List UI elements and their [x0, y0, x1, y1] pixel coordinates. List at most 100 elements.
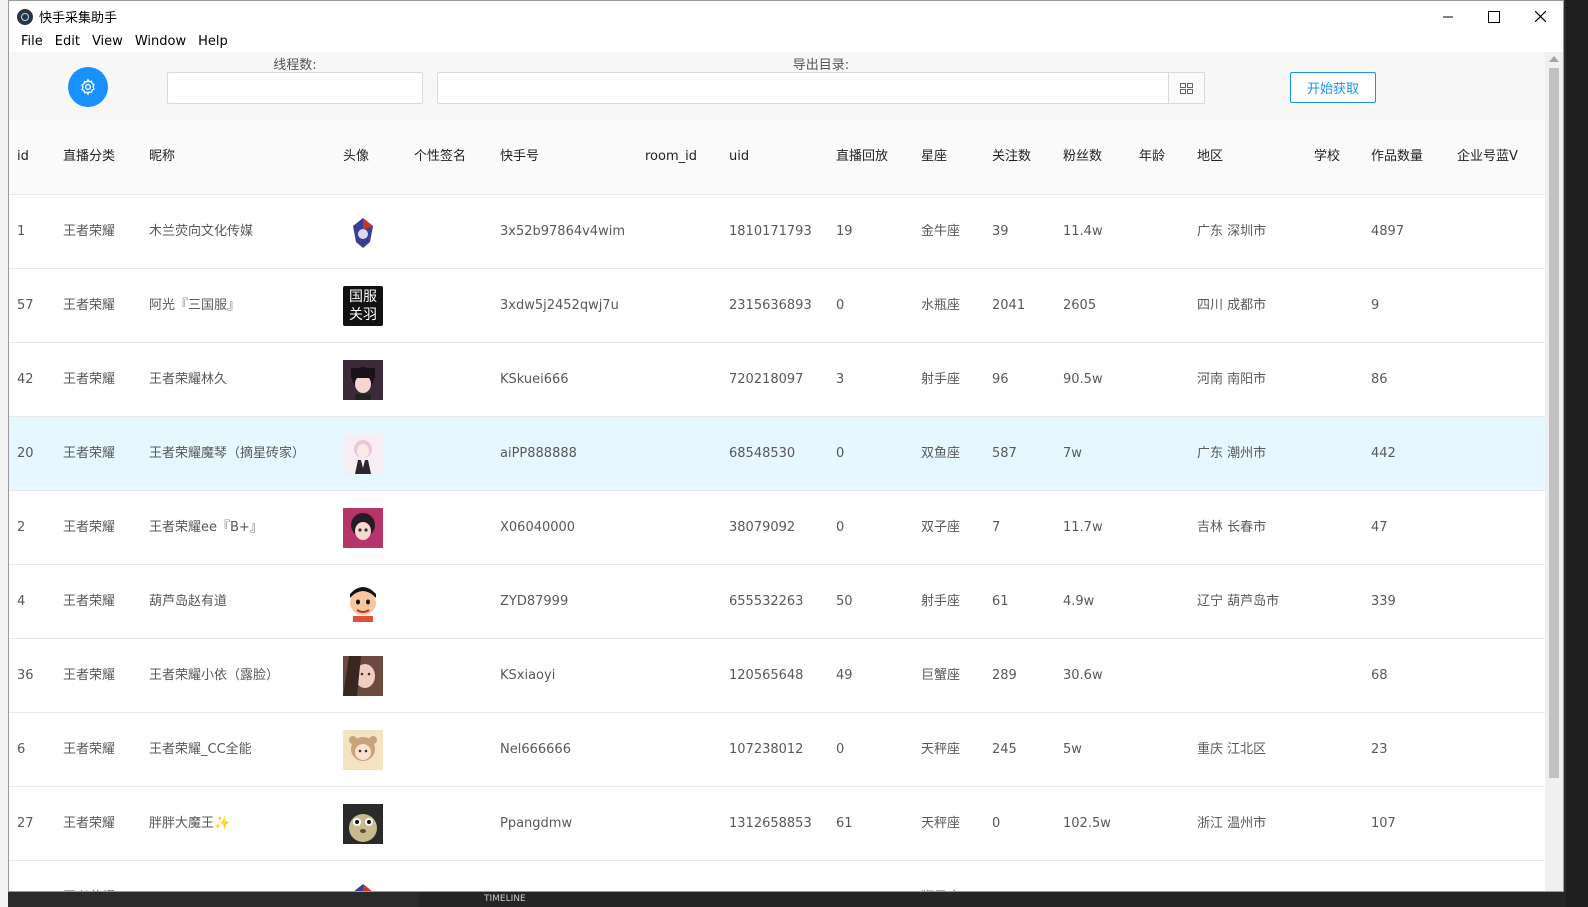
col-header-room-id[interactable]: room_id: [637, 120, 721, 195]
table-row[interactable]: 1 王者荣耀 木兰荧向文化传媒 3x52b97864v4wim 1810171793 19…: [9, 194, 1546, 269]
cell-age: [1131, 860, 1189, 891]
cell-ks-id: X06040000: [492, 490, 637, 565]
avatar: 国服 关羽: [343, 285, 383, 326]
cell-school: [1306, 638, 1363, 713]
cell-works: 107: [1363, 786, 1449, 861]
col-header-bluev[interactable]: 企业号蓝V: [1449, 120, 1546, 195]
cell-bluev: [1449, 860, 1546, 891]
start-fetch-button[interactable]: 开始获取: [1290, 72, 1376, 103]
cell-ks-id: Nel666666: [492, 712, 637, 787]
cell-fans: 2605: [1055, 268, 1131, 343]
cell-category: 王者荣耀: [55, 786, 141, 861]
cell-following: 0: [984, 786, 1055, 861]
settings-button[interactable]: [68, 67, 108, 107]
cell-following: 2041: [984, 268, 1055, 343]
cell-avatar: [335, 712, 406, 787]
col-header-zodiac[interactable]: 星座: [913, 120, 984, 195]
cell-nickname: 阿光『三国服』: [141, 268, 335, 343]
cell-nickname: 葫芦岛赵有道: [141, 564, 335, 639]
menu-edit[interactable]: Edit: [49, 32, 86, 52]
background-editor-strip: TIMELINE: [418, 892, 1566, 907]
cell-replay: 0: [828, 490, 913, 565]
cell-nickname: 王者荣耀魔琴（摘星砖家）: [141, 416, 335, 491]
col-header-signature[interactable]: 个性签名: [406, 120, 492, 195]
cell-signature: [406, 786, 492, 861]
cell-bluev: [1449, 490, 1546, 565]
cell-following: 96: [984, 342, 1055, 417]
cell-age: [1131, 342, 1189, 417]
app-window: 快手采集助手 File Edit View Window Help 线程数: 导…: [8, 0, 1564, 892]
maximize-button[interactable]: [1471, 1, 1517, 32]
table-row[interactable]: 57 王者荣耀 阿光『三国服』 国服 关羽 3xdw5j2452qwj7u 23156368…: [9, 268, 1546, 343]
maximize-icon: [1488, 10, 1500, 23]
col-header-works[interactable]: 作品数量: [1363, 120, 1449, 195]
cell-zodiac: 射手座: [913, 342, 984, 417]
cell-category: 王者荣耀: [55, 342, 141, 417]
cell-avatar: [335, 490, 406, 565]
col-header-id[interactable]: id: [9, 120, 55, 195]
vertical-scrollbar[interactable]: [1545, 52, 1563, 891]
cell-room-id: [637, 268, 721, 343]
scrollbar-thumb[interactable]: [1549, 68, 1559, 778]
cell-zodiac: 双鱼座: [913, 416, 984, 491]
cell-age: [1131, 786, 1189, 861]
table-row[interactable]: 2 王者荣耀 王者荣耀ee『B+』 X06040000 38079092 0 双子座 7 11.…: [9, 490, 1546, 565]
col-header-age[interactable]: 年龄: [1131, 120, 1189, 195]
cell-id: 42: [9, 342, 55, 417]
table-row[interactable]: 6 王者荣耀 王者荣耀_CC全能 Nel666666 107238012 0 天秤座 245 5…: [9, 712, 1546, 787]
close-icon: [1534, 11, 1546, 22]
cell-id: [9, 860, 55, 891]
cell-nickname: 王者荣耀林久: [141, 342, 335, 417]
cell-fans: 102.5w: [1055, 786, 1131, 861]
table-row[interactable]: 20 王者荣耀 王者荣耀魔琴（摘星砖家） aiPP888888 68548530 0 双鱼座…: [9, 416, 1546, 491]
col-header-ks-id[interactable]: 快手号: [492, 120, 637, 195]
scroll-up-arrow-icon[interactable]: [1549, 56, 1559, 62]
export-dir-input[interactable]: [437, 72, 1169, 104]
cell-category: 王者荣耀: [55, 194, 141, 269]
col-header-fans[interactable]: 粉丝数: [1055, 120, 1131, 195]
menu-window[interactable]: Window: [129, 32, 192, 52]
cell-region: 吉林 长春市: [1189, 490, 1306, 565]
col-header-region[interactable]: 地区: [1189, 120, 1306, 195]
cell-avatar: [335, 416, 406, 491]
cell-age: [1131, 712, 1189, 787]
col-header-category[interactable]: 直播分类: [55, 120, 141, 195]
cell-zodiac: 天秤座: [913, 712, 984, 787]
col-header-uid[interactable]: uid: [721, 120, 828, 195]
cell-age: [1131, 564, 1189, 639]
cell-age: [1131, 416, 1189, 491]
close-button[interactable]: [1517, 1, 1563, 32]
cell-school: [1306, 564, 1363, 639]
menu-file[interactable]: File: [15, 32, 49, 52]
table-row[interactable]: 4 王者荣耀 葫芦岛赵有道 ZYD87999 655532263 50 射手座 61 4.9w 辽…: [9, 564, 1546, 639]
table-row[interactable]: 27 王者荣耀 胖胖大魔王✨ Ppangdmw 1312658853 61 天秤座 0 102.…: [9, 786, 1546, 861]
minimize-button[interactable]: [1425, 1, 1471, 32]
col-header-nickname[interactable]: 昵称: [141, 120, 335, 195]
threads-input[interactable]: [167, 72, 423, 104]
avatar: [343, 507, 383, 548]
col-header-following[interactable]: 关注数: [984, 120, 1055, 195]
cell-bluev: [1449, 638, 1546, 713]
cell-works: 47: [1363, 490, 1449, 565]
folder-grid-icon: [1180, 82, 1193, 94]
table-row[interactable]: 王者荣耀 狮子座: [9, 860, 1546, 891]
folder-picker-button[interactable]: [1168, 72, 1205, 104]
table-row[interactable]: 36 王者荣耀 王者荣耀小依（露脸） KSxiaoyi 120565648 49 巨蟹座 28…: [9, 638, 1546, 713]
cell-category: 王者荣耀: [55, 564, 141, 639]
cell-room-id: [637, 638, 721, 713]
col-header-replay[interactable]: 直播回放: [828, 120, 913, 195]
col-header-avatar[interactable]: 头像: [335, 120, 406, 195]
cell-fans: 5w: [1055, 712, 1131, 787]
cell-room-id: [637, 490, 721, 565]
table-row[interactable]: 42 王者荣耀 王者荣耀林久 KSkuei666 720218097 3 射手座 96 90.5…: [9, 342, 1546, 417]
cell-replay: 0: [828, 712, 913, 787]
cell-region: 广东 潮州市: [1189, 416, 1306, 491]
cell-signature: [406, 860, 492, 891]
menu-view[interactable]: View: [86, 32, 129, 52]
cell-signature: [406, 416, 492, 491]
menu-help[interactable]: Help: [192, 32, 234, 52]
cell-replay: 50: [828, 564, 913, 639]
col-header-school[interactable]: 学校: [1306, 120, 1363, 195]
cell-uid: 655532263: [721, 564, 828, 639]
cell-id: 4: [9, 564, 55, 639]
